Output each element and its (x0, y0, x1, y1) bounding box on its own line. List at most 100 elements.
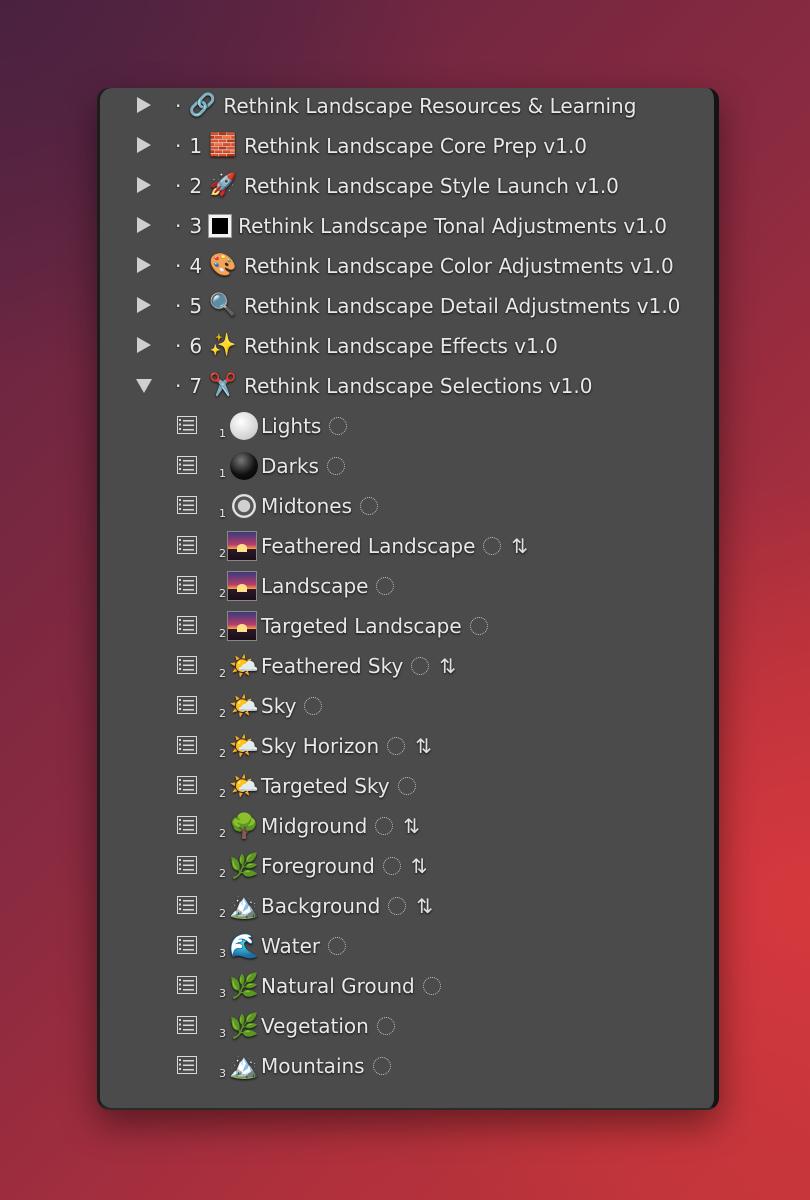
preset-level: 1 (219, 466, 226, 480)
preset-label: Vegetation (261, 1014, 369, 1038)
presets-panel: · 🔗 Rethink Landscape Resources & Learni… (97, 88, 719, 1110)
preset-row-background[interactable]: 2 🏔️ Background ⇅ (97, 886, 714, 926)
preset-level: 2 (219, 786, 226, 800)
folder-number: 7 (189, 374, 203, 398)
swap-arrows-icon: ⇅ (415, 734, 432, 758)
mountain-icon: 🏔️ (229, 892, 259, 920)
preset-list-icon (177, 696, 197, 714)
preset-row-midtones[interactable]: 1 Midtones (97, 486, 714, 526)
preset-row-vegetation[interactable]: 3 🌿 Vegetation (97, 1006, 714, 1046)
folder-row-core-prep[interactable]: · 1 🧱 Rethink Landscape Core Prep v1.0 (97, 126, 714, 166)
bullet: · (175, 334, 182, 358)
disclosure-triangle-icon[interactable] (137, 257, 151, 273)
folder-row-tonal[interactable]: · 3 Rethink Landscape Tonal Adjustments … (97, 206, 714, 246)
folder-row-color[interactable]: · 4 🎨 Rethink Landscape Color Adjustment… (97, 246, 714, 286)
folder-row-resources[interactable]: · 🔗 Rethink Landscape Resources & Learni… (97, 88, 714, 126)
preset-list-icon (177, 456, 197, 474)
dotted-circle-icon (328, 937, 347, 955)
preset-row-landscape[interactable]: 2 Landscape (97, 566, 714, 606)
preset-level: 2 (219, 866, 226, 880)
disclosure-triangle-icon[interactable] (137, 177, 151, 193)
disclosure-triangle-icon[interactable] (137, 297, 151, 313)
herb-icon: 🌿 (229, 1012, 259, 1040)
preset-list-icon (177, 416, 197, 434)
dotted-circle-icon (375, 817, 394, 835)
folder-row-style-launch[interactable]: · 2 🚀 Rethink Landscape Style Launch v1.… (97, 166, 714, 206)
preset-level: 3 (219, 946, 226, 960)
folder-label: Rethink Landscape Resources & Learning (223, 94, 637, 118)
white-ball-icon (230, 412, 258, 440)
preset-label: Sky Horizon (261, 734, 380, 758)
preset-level: 3 (219, 986, 226, 1000)
folder-label: Rethink Landscape Tonal Adjustments v1.0 (238, 214, 668, 238)
preset-label: Background (261, 894, 381, 918)
preset-row-feathered-landscape[interactable]: 2 Feathered Landscape ⇅ (97, 526, 714, 566)
folder-row-effects[interactable]: · 6 ✨ Rethink Landscape Effects v1.0 (97, 326, 714, 366)
preset-label: Lights (261, 414, 322, 438)
folder-label: Rethink Landscape Effects v1.0 (244, 334, 558, 358)
preset-level: 3 (219, 1066, 226, 1080)
preset-row-foreground[interactable]: 2 🌿 Foreground ⇅ (97, 846, 714, 886)
folder-label: Rethink Landscape Color Adjustments v1.0 (244, 254, 674, 278)
dotted-circle-icon (372, 1057, 391, 1075)
preset-list-icon (177, 1016, 197, 1034)
preset-level: 2 (219, 826, 226, 840)
swap-arrows-icon: ⇅ (416, 894, 434, 918)
scissors-icon: ✂️ (209, 373, 237, 398)
folder-row-detail[interactable]: · 5 🔍 Rethink Landscape Detail Adjustmen… (97, 286, 714, 326)
black-ball-icon (230, 452, 258, 480)
brick-icon: 🧱 (209, 133, 237, 158)
preset-row-targeted-landscape[interactable]: 2 Targeted Landscape (97, 606, 714, 646)
preset-list-icon (177, 1056, 197, 1074)
preset-row-feathered-sky[interactable]: 2 🌤️ Feathered Sky ⇅ (97, 646, 714, 686)
herb-icon: 🌿 (229, 972, 259, 1000)
disclosure-triangle-icon[interactable] (137, 137, 151, 153)
folder-label: Rethink Landscape Style Launch v1.0 (244, 174, 619, 198)
preset-label: Targeted Landscape (261, 614, 462, 638)
preset-row-lights[interactable]: 1 Lights (97, 406, 714, 446)
dotted-circle-icon (388, 897, 407, 915)
preset-list-icon (177, 536, 197, 554)
preset-label: Midground (261, 814, 368, 838)
preset-row-sky[interactable]: 2 🌤️ Sky (97, 686, 714, 726)
bullet: · (175, 254, 182, 278)
folder-number: 5 (189, 294, 203, 318)
preset-level: 2 (219, 546, 226, 560)
disclosure-triangle-icon[interactable] (137, 217, 151, 233)
swap-arrows-icon: ⇅ (410, 854, 428, 878)
preset-row-natural-ground[interactable]: 3 🌿 Natural Ground (97, 966, 714, 1006)
preset-list-icon (177, 776, 197, 794)
preset-row-mountains[interactable]: 3 🏔️ Mountains (97, 1046, 714, 1086)
preset-label: Mountains (261, 1054, 365, 1078)
dotted-circle-icon (411, 657, 430, 675)
preset-list-icon (177, 496, 197, 514)
preset-row-targeted-sky[interactable]: 2 🌤️ Targeted Sky (97, 766, 714, 806)
swap-arrows-icon: ⇅ (439, 654, 457, 678)
preset-label: Feathered Landscape (261, 534, 476, 558)
preset-row-sky-horizon[interactable]: 2 🌤️ Sky Horizon ⇅ (97, 726, 714, 766)
preset-row-darks[interactable]: 1 Darks (97, 446, 714, 486)
link-icon: 🔗 (188, 93, 217, 118)
preset-label: Feathered Sky (261, 654, 404, 678)
folder-number: 1 (189, 134, 203, 158)
preset-level: 2 (219, 586, 226, 600)
preset-label: Midtones (261, 494, 352, 518)
disclosure-triangle-icon[interactable] (137, 97, 151, 113)
folder-number: 6 (189, 334, 203, 358)
preset-list-icon (177, 976, 197, 994)
disclosure-triangle-open-icon[interactable] (136, 379, 152, 393)
preset-list-icon (177, 736, 197, 754)
preset-row-midground[interactable]: 2 🌳 Midground ⇅ (97, 806, 714, 846)
bullet: · (175, 134, 182, 158)
sun-cloud-icon: 🌤️ (229, 652, 259, 680)
preset-level: 2 (219, 906, 226, 920)
preset-list-icon (177, 896, 197, 914)
preset-row-water[interactable]: 3 🌊 Water (97, 926, 714, 966)
preset-list-icon (177, 616, 197, 634)
preset-level: 2 (219, 746, 226, 760)
preset-label: Foreground (261, 854, 375, 878)
disclosure-triangle-icon[interactable] (137, 337, 151, 353)
folder-row-selections[interactable]: · 7 ✂️ Rethink Landscape Selections v1.0 (97, 366, 714, 406)
dotted-circle-icon (483, 537, 502, 555)
preset-level: 2 (219, 666, 226, 680)
